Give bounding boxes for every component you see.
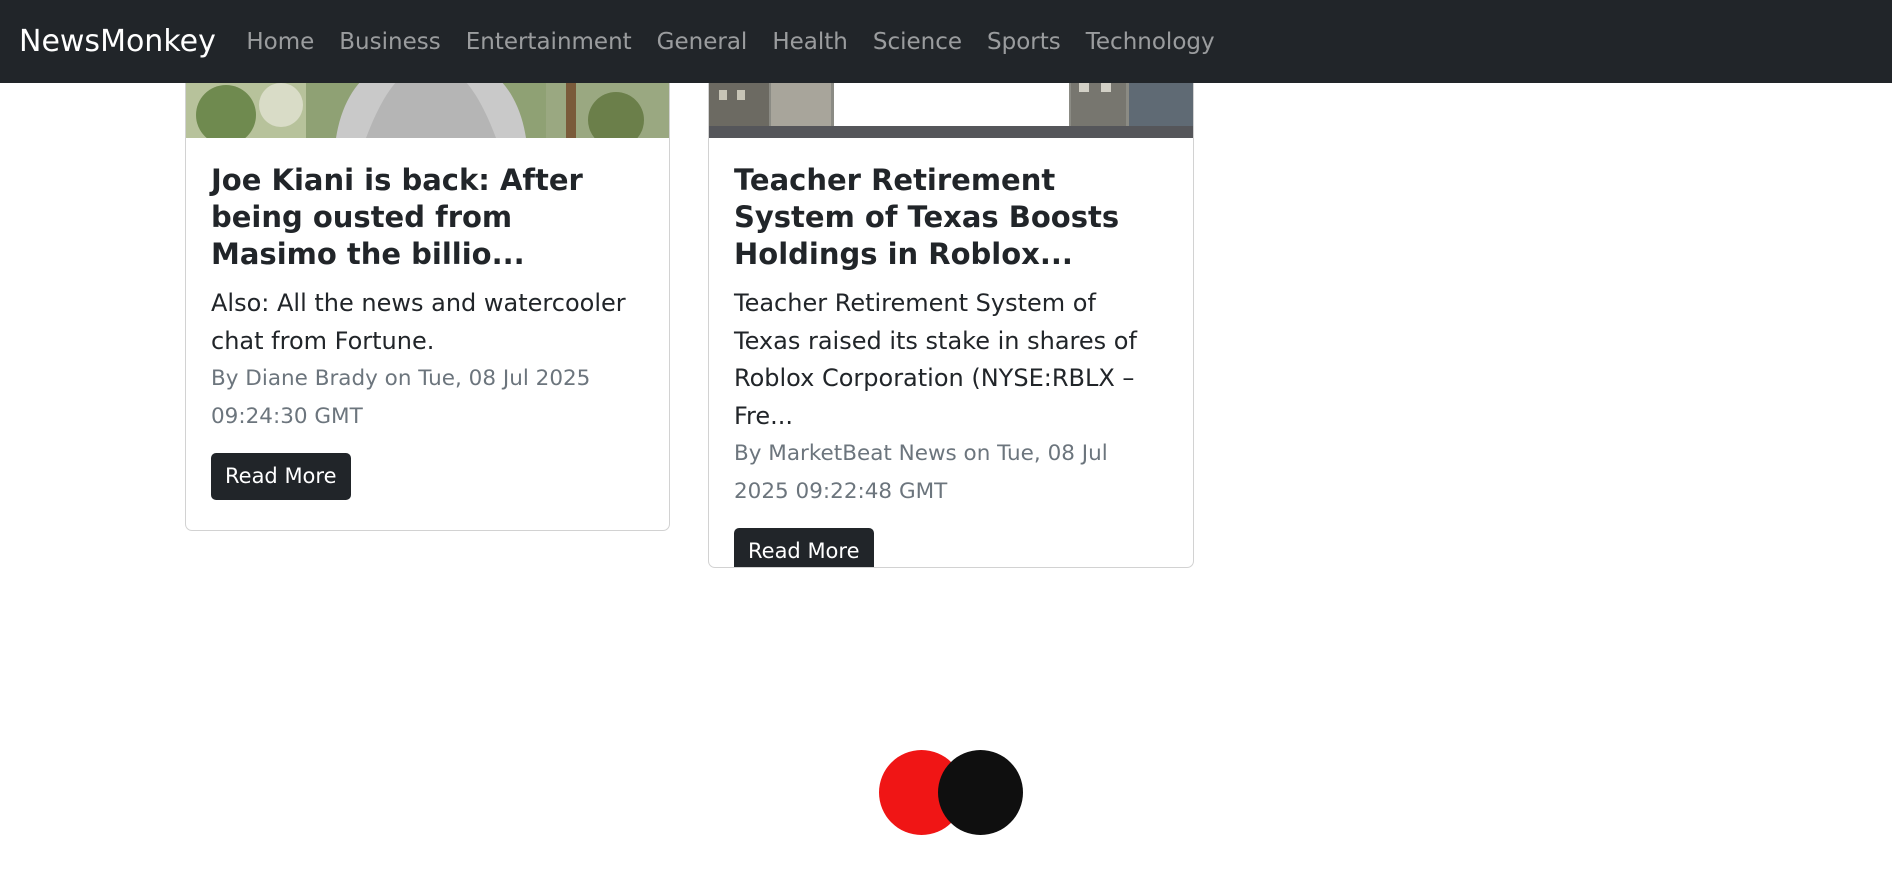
- nav-link-business[interactable]: Business: [327, 29, 453, 55]
- brand-logo[interactable]: NewsMonkey: [19, 24, 216, 59]
- nav-link-health[interactable]: Health: [760, 29, 861, 55]
- loading-spinner: [876, 750, 1023, 838]
- nav-link-sports[interactable]: Sports: [975, 29, 1074, 55]
- nav-link-home[interactable]: Home: [234, 29, 327, 55]
- read-more-button[interactable]: Read More: [734, 528, 874, 567]
- article-byline: By MarketBeat News on Tue, 08 Jul 2025 0…: [734, 441, 1108, 504]
- read-more-button[interactable]: Read More: [211, 453, 351, 500]
- nav-link-entertainment[interactable]: Entertainment: [453, 29, 644, 55]
- spinner-black-dot: [938, 750, 1023, 835]
- nav-links: Home Business Entertainment General Heal…: [234, 29, 1227, 55]
- news-card: Teacher Retirement System of Texas Boost…: [708, 34, 1194, 568]
- card-body: Joe Kiani is back: After being ousted fr…: [211, 162, 644, 500]
- nav-link-science[interactable]: Science: [860, 29, 974, 55]
- article-title: Joe Kiani is back: After being ousted fr…: [211, 163, 583, 271]
- nav-link-general[interactable]: General: [644, 29, 760, 55]
- article-description: Teacher Retirement System of Texas raise…: [734, 289, 1137, 430]
- article-description: Also: All the news and watercooler chat …: [211, 289, 626, 355]
- article-title: Teacher Retirement System of Texas Boost…: [734, 163, 1120, 271]
- article-byline: By Diane Brady on Tue, 08 Jul 2025 09:24…: [211, 366, 591, 429]
- card-body: Teacher Retirement System of Texas Boost…: [734, 162, 1168, 567]
- navbar: NewsMonkey Home Business Entertainment G…: [0, 0, 1892, 83]
- nav-link-technology[interactable]: Technology: [1073, 29, 1227, 55]
- news-card: Joe Kiani is back: After being ousted fr…: [185, 34, 670, 531]
